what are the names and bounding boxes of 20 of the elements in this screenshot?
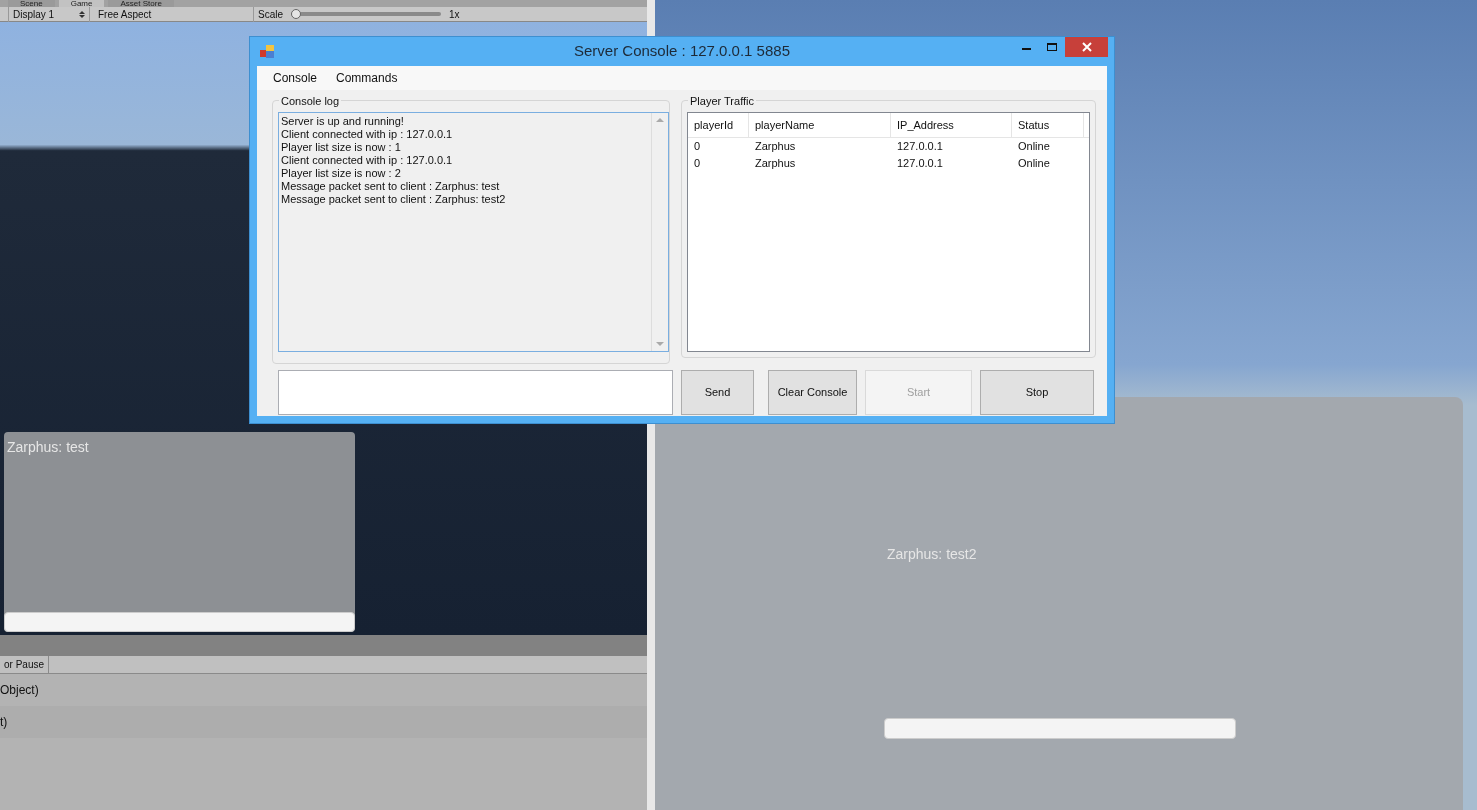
table-cell-text: Online [1017, 139, 1051, 155]
table-cell-text: 0 [693, 156, 702, 172]
scale-label: Scale [258, 7, 283, 22]
log-line: Player list size is now : 2 [281, 167, 402, 180]
table-cell-text: 127.0.0.1 [896, 156, 944, 172]
table-cell-text: 0 [693, 139, 702, 155]
log-line: Server is up and running! [281, 115, 405, 128]
log-line: Message packet sent to client : Zarphus: test [281, 180, 501, 193]
scale-value: 1x [449, 7, 460, 22]
log-line: Player list size is now : 1 [281, 141, 402, 154]
table-cell-text: Zarphus [754, 139, 797, 155]
chat-message: Zarphus: test [7, 438, 89, 457]
log-line: Message packet sent to client : Zarphus: test2 [281, 193, 507, 206]
log-line: Client connected with ip : 127.0.0.1 [281, 128, 454, 141]
table-cell-text: 127.0.0.1 [896, 139, 944, 155]
table-cell-text: Zarphus [754, 156, 797, 172]
log-line: Client connected with ip : 127.0.0.1 [281, 154, 454, 167]
table-cell-text: Online [1017, 156, 1051, 172]
window-title: Server Console : 127.0.0.1 5885 [574, 41, 790, 62]
chat-message: Zarphus: test2 [887, 545, 977, 564]
